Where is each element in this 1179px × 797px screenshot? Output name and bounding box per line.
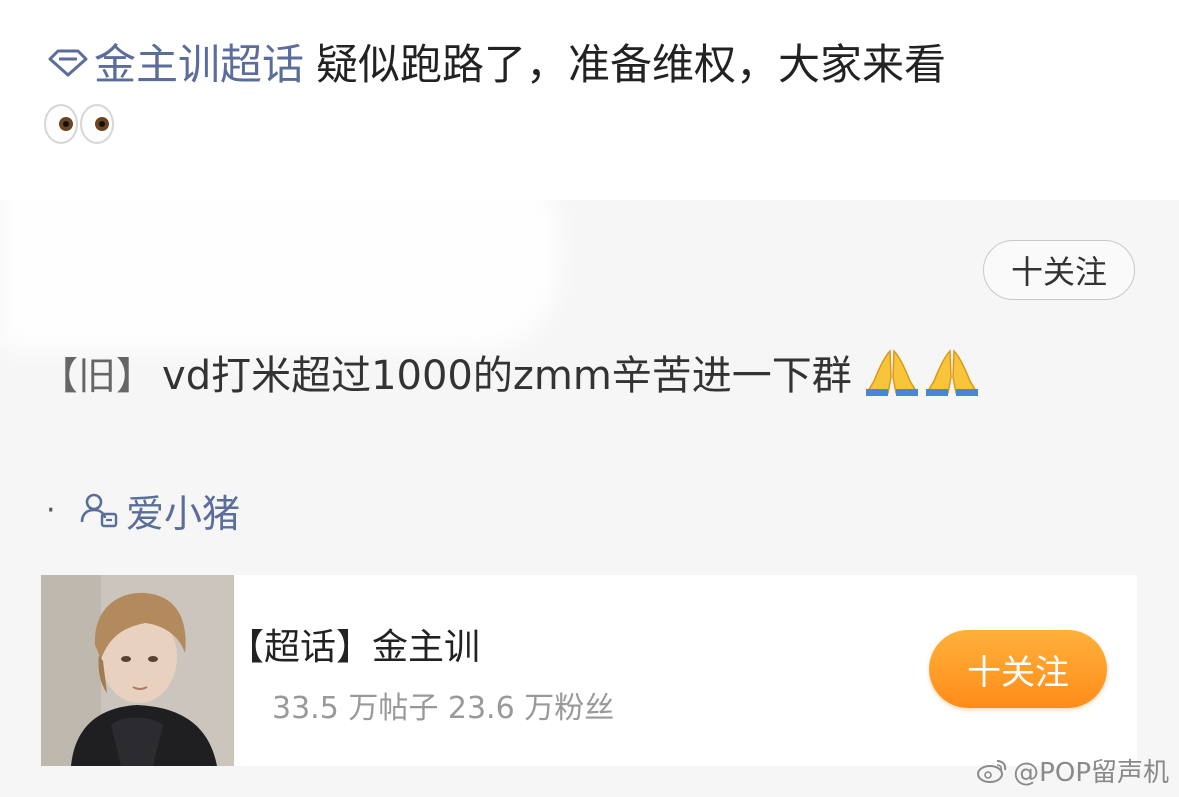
quoted-post[interactable]: 【旧】 vd打米超过1000的zmm辛苦进一下群 (40, 340, 982, 404)
author-line: · 爱小猪 (46, 480, 240, 540)
author-name[interactable]: 爱小猪 (126, 483, 240, 538)
follow-button[interactable]: 十关注 (983, 240, 1135, 300)
card-stats: 33.5 万帖子 23.6 万粉丝 (272, 691, 615, 726)
pray-emoji (862, 347, 982, 397)
bullet-dot: · (46, 492, 56, 528)
quote-text: vd打米超过1000的zmm辛苦进一下群 (162, 353, 852, 399)
diamond-icon (48, 49, 88, 77)
people-icon (80, 493, 118, 528)
redacted-blur-region (0, 170, 560, 350)
watermark: @POP留声机 (975, 752, 1169, 788)
weibo-logo (977, 760, 1007, 783)
card-title: 【超话】金主训 (228, 627, 481, 668)
post-text: 疑似跑路了，准备维权，大家来看 (316, 39, 947, 89)
old-tag: 【旧】 (40, 353, 155, 398)
follow-supertopic-button[interactable]: 十关注 (929, 630, 1107, 708)
watermark-text: @POP留声机 (1013, 757, 1169, 788)
supertopic-link[interactable]: 金主训超话 (94, 31, 304, 92)
post-title-line: 金主训超话 疑似跑路了，准备维权，大家来看 (46, 28, 946, 94)
eyes-emoji (44, 104, 114, 144)
avatar (41, 575, 234, 766)
